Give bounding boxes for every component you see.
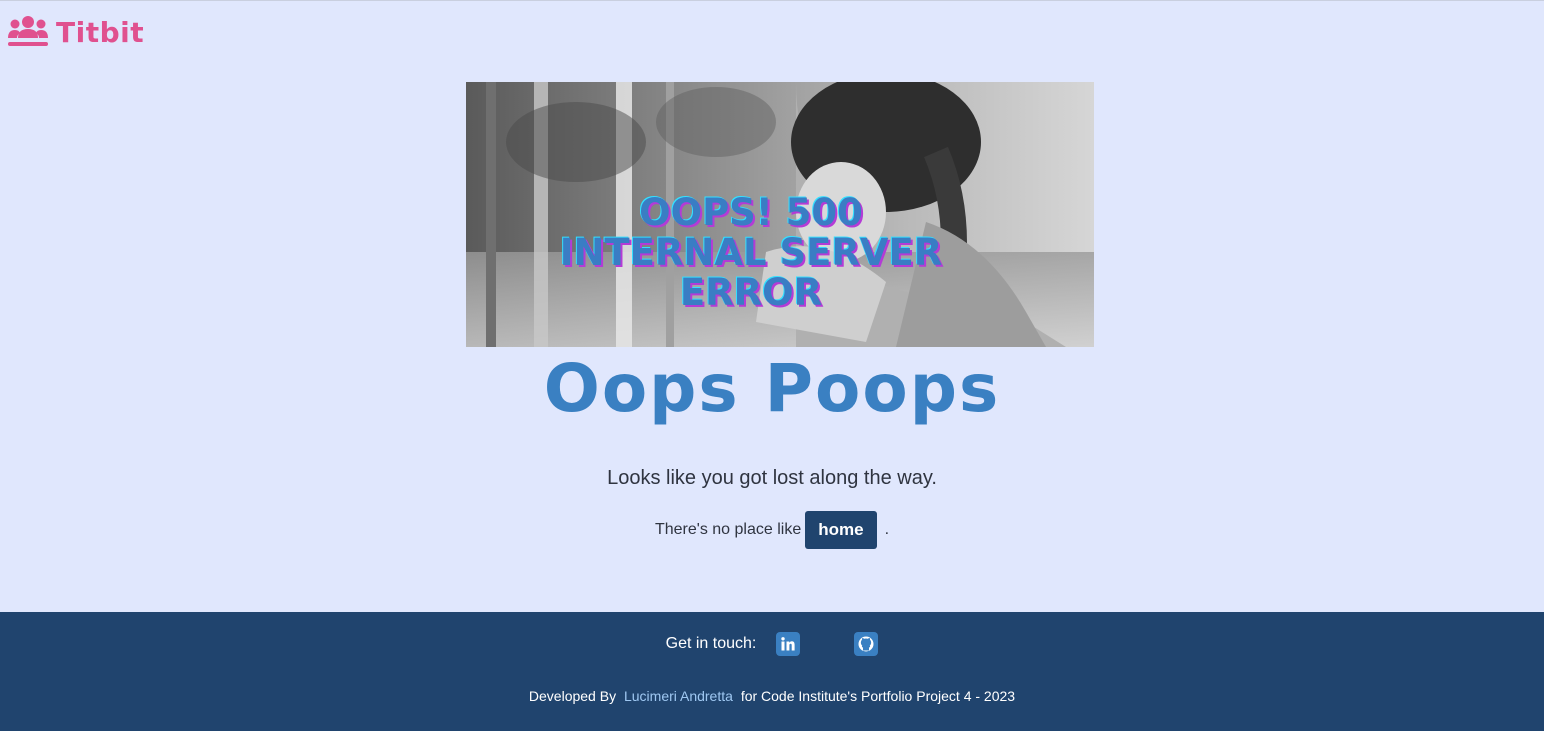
credits-prefix: Developed By: [528, 688, 617, 704]
github-icon[interactable]: [854, 632, 879, 656]
home-button[interactable]: home: [805, 511, 877, 549]
hero-overlay-text: OOPS! 500 INTERNAL SERVER ERROR: [559, 191, 943, 314]
home-prefix: There's no place like: [654, 521, 802, 538]
credits: Developed By Lucimeri Andretta for Code …: [0, 688, 1544, 704]
footer: Get in touch: Developed By Lucimeri Andr…: [0, 612, 1544, 731]
linkedin-icon[interactable]: [776, 632, 801, 656]
credits-suffix: for Code Institute's Portfolio Project 4…: [740, 688, 1016, 704]
home-line: There's no place like home .: [0, 511, 1544, 549]
page-title: Oops Poops: [543, 350, 1001, 427]
author-link[interactable]: Lucimeri Andretta: [624, 688, 733, 704]
home-suffix: .: [884, 521, 890, 538]
top-border: [0, 0, 1544, 1]
error-hero-image: OOPS! 500 INTERNAL SERVER ERROR: [466, 82, 1094, 347]
brand-logo-link[interactable]: Titbit: [8, 14, 144, 50]
contact-label: Get in touch:: [665, 635, 757, 652]
contact-row: Get in touch:: [0, 632, 1544, 656]
users-icon: [8, 16, 48, 46]
brand-name: Titbit: [56, 15, 145, 49]
lost-message: Looks like you got lost along the way.: [607, 467, 937, 489]
